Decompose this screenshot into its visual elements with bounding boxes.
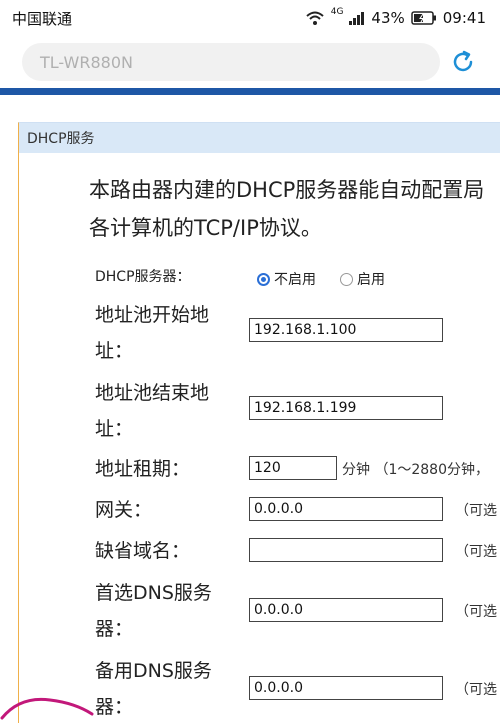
network-type: 4G [330,7,344,17]
radio-enable-label: 启用 [357,272,385,288]
dhcp-server-label: DHCP服务器： [95,269,191,285]
battery-percent: 43% [371,9,405,27]
lease-unit: 分钟 （1～2880分钟， [342,462,489,478]
radio-disable-label: 不启用 [274,272,316,288]
domain-label: 缺省域名： [95,540,191,562]
dns-primary-label-2: 器： [95,618,134,640]
address-bar[interactable]: TL-WR880N [22,43,440,81]
radio-disable[interactable]: 不启用 [257,269,316,289]
signal-icon [349,11,365,25]
pool-start-label-1: 地址池开始地 [95,304,210,326]
dns-primary-input[interactable]: 0.0.0.0 [249,598,443,622]
description-line-1: 本路由器内建的DHCP服务器能自动配置局 [89,178,485,202]
pool-start-input[interactable]: 192.168.1.100 [249,318,443,342]
browser-toolbar: TL-WR880N [0,36,500,88]
lease-label: 地址租期： [95,458,191,480]
wifi-icon [305,10,325,26]
status-bar: 中国联通 4G 43% 09:41 [0,0,500,36]
radio-enable[interactable]: 启用 [340,269,385,289]
radio-disable-dot[interactable] [257,272,270,286]
status-icons: 4G 43% 09:41 [305,7,486,27]
pen-annotation-stroke [0,697,94,720]
radio-enable-dot[interactable] [340,272,353,286]
dhcp-panel: DHCP服务 本路由器内建的DHCP服务器能自动配置局 各计算机的TCP/IP协… [18,122,500,723]
lease-input[interactable]: 120 [249,456,337,480]
pool-end-label-2: 址： [95,418,134,440]
description-line-2: 各计算机的TCP/IP协议。 [89,216,322,240]
battery-icon [411,11,437,25]
dns-primary-hint: （可选 [455,604,497,620]
gateway-input[interactable]: 0.0.0.0 [249,497,443,521]
dns-primary-label-1: 首选DNS服务 [95,582,212,604]
domain-input[interactable] [249,538,443,562]
dns-backup-hint: （可选 [455,682,497,698]
pool-end-label-1: 地址池结束地 [95,382,210,404]
panel-title: DHCP服务 [19,123,500,153]
carrier-label: 中国联通 [12,9,73,28]
panel-description: 本路由器内建的DHCP服务器能自动配置局 各计算机的TCP/IP协议。 [89,171,500,247]
dns-backup-input[interactable]: 0.0.0.0 [249,676,443,700]
gateway-label: 网关： [95,499,153,521]
clock: 09:41 [442,9,486,27]
dns-backup-label-1: 备用DNS服务 [95,660,212,682]
gateway-hint: （可选 [455,503,497,519]
pool-start-label-2: 址： [95,340,134,362]
pool-end-input[interactable]: 192.168.1.199 [249,396,443,420]
refresh-icon[interactable] [449,48,477,76]
router-header-bar [0,88,500,95]
domain-hint: （可选 [455,544,497,560]
address-text: TL-WR880N [40,52,133,72]
